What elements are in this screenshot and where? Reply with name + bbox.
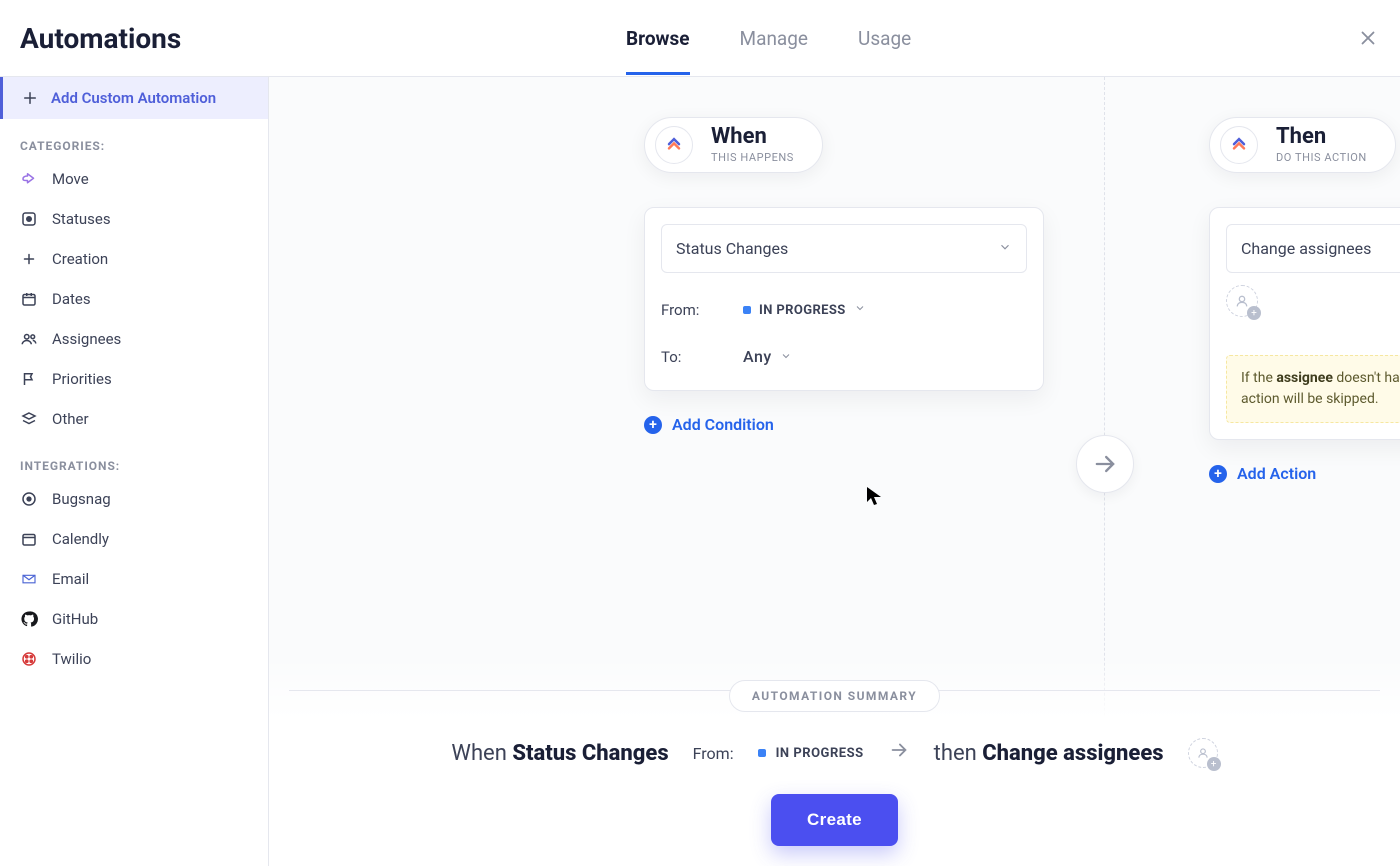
tab-manage[interactable]: Manage (740, 2, 809, 75)
sidebar-item-priorities[interactable]: Priorities (0, 359, 268, 399)
from-status-dropdown[interactable]: IN PROGRESS (743, 302, 866, 318)
sidebar-item-label: Statuses (52, 210, 111, 228)
square-dot-icon (20, 210, 38, 228)
arrow-share-icon (20, 170, 38, 188)
trigger-select-value: Status Changes (676, 239, 788, 258)
when-column: When THIS HAPPENS Status Changes From: I… (644, 117, 1044, 434)
calendar-icon (20, 290, 38, 308)
sidebar-item-label: Other (52, 410, 89, 428)
status-color-swatch (758, 749, 766, 757)
sidebar-item-assignees[interactable]: Assignees (0, 319, 268, 359)
tab-usage[interactable]: Usage (858, 2, 911, 75)
action-select-value: Change assignees (1241, 239, 1371, 258)
people-icon (20, 330, 38, 348)
summary-assignee-icon: + (1188, 738, 1218, 768)
sidebar-item-calendly[interactable]: Calendly (0, 519, 268, 559)
summary-sentence: When Status Changes From: IN PROGRESS th… (289, 738, 1380, 768)
to-label: To: (661, 348, 721, 366)
automation-summary: AUTOMATION SUMMARY When Status Changes F… (269, 656, 1400, 866)
then-subtitle: DO THIS ACTION (1276, 151, 1367, 164)
tab-browse[interactable]: Browse (626, 2, 690, 75)
sidebar-item-move[interactable]: Move (0, 159, 268, 199)
app-logo-icon (655, 126, 693, 164)
add-assignee-button[interactable]: + (1226, 285, 1258, 317)
from-label: From: (661, 301, 721, 319)
header-tabs: Browse Manage Usage (626, 2, 911, 75)
plus-icon (21, 89, 39, 107)
add-label: Add Custom Automation (51, 89, 216, 107)
chevron-down-icon (854, 302, 866, 318)
sidebar-item-label: GitHub (52, 610, 98, 628)
plus-badge-icon: + (1207, 757, 1221, 771)
action-select[interactable]: Change assignees (1226, 224, 1400, 273)
flow-arrow (1076, 435, 1134, 493)
sidebar-item-bugsnag[interactable]: Bugsnag (0, 479, 268, 519)
add-condition-label: Add Condition (672, 415, 774, 434)
app-logo-icon (1220, 126, 1258, 164)
add-action-label: Add Action (1237, 464, 1316, 483)
create-button[interactable]: Create (771, 794, 898, 846)
sidebar: Add Custom Automation CATEGORIES: Move S… (0, 77, 269, 866)
arrow-right-icon (888, 739, 910, 767)
sidebar-item-label: Dates (52, 290, 91, 308)
github-icon (20, 610, 38, 628)
sidebar-item-statuses[interactable]: Statuses (0, 199, 268, 239)
app-header: Automations Browse Manage Usage (0, 0, 1400, 77)
then-panel: Change assignees + Advanced If the assig… (1209, 207, 1400, 440)
twilio-icon (20, 650, 38, 668)
sidebar-item-github[interactable]: GitHub (0, 599, 268, 639)
page-title: Automations (20, 22, 181, 55)
sidebar-group-categories: CATEGORIES: (0, 119, 268, 159)
bugsnag-icon (20, 490, 38, 508)
when-pill: When THIS HAPPENS (644, 117, 823, 173)
sidebar-item-email[interactable]: Email (0, 559, 268, 599)
trigger-select[interactable]: Status Changes (661, 224, 1027, 273)
then-title: Then (1276, 126, 1367, 148)
plus-outline-icon (20, 250, 38, 268)
add-action-button[interactable]: + Add Action (1209, 464, 1316, 483)
chevron-down-icon (780, 347, 792, 366)
sidebar-item-label: Calendly (52, 530, 109, 548)
from-status-value: IN PROGRESS (759, 303, 846, 318)
sidebar-item-twilio[interactable]: Twilio (0, 639, 268, 679)
add-custom-automation[interactable]: Add Custom Automation (0, 77, 268, 119)
to-status-value: Any (743, 347, 772, 366)
summary-from-label: From: (693, 744, 734, 763)
sidebar-item-creation[interactable]: Creation (0, 239, 268, 279)
when-title: When (711, 126, 794, 148)
layers-icon (20, 410, 38, 428)
sidebar-item-label: Twilio (52, 650, 91, 668)
summary-badge: AUTOMATION SUMMARY (729, 680, 940, 712)
add-condition-button[interactable]: + Add Condition (644, 415, 774, 434)
then-pill: Then DO THIS ACTION (1209, 117, 1396, 173)
sidebar-item-label: Assignees (52, 330, 121, 348)
automation-canvas: When THIS HAPPENS Status Changes From: I… (269, 77, 1400, 866)
sidebar-item-label: Bugsnag (52, 490, 111, 508)
sidebar-item-dates[interactable]: Dates (0, 279, 268, 319)
to-status-dropdown[interactable]: Any (743, 347, 792, 366)
sidebar-item-label: Creation (52, 250, 108, 268)
plus-badge-icon: + (1247, 306, 1261, 320)
summary-from-chip: IN PROGRESS (758, 746, 864, 761)
when-subtitle: THIS HAPPENS (711, 151, 794, 164)
when-panel: Status Changes From: IN PROGRESS (644, 207, 1044, 391)
plus-circle-icon: + (644, 416, 662, 434)
sidebar-item-label: Email (52, 570, 89, 588)
assignee-access-notice: If the assignee doesn't have access to t… (1226, 355, 1400, 423)
sidebar-item-label: Move (52, 170, 89, 188)
plus-circle-icon: + (1209, 465, 1227, 483)
sidebar-item-other[interactable]: Other (0, 399, 268, 439)
sidebar-item-label: Priorities (52, 370, 112, 388)
sidebar-group-integrations: INTEGRATIONS: (0, 439, 268, 479)
flag-icon (20, 370, 38, 388)
mail-icon (20, 570, 38, 588)
chevron-down-icon (998, 239, 1012, 258)
close-button[interactable] (1356, 26, 1380, 50)
cursor-icon (867, 487, 881, 509)
then-column: Then DO THIS ACTION Change assignees + (1209, 117, 1400, 483)
calendar-outline-icon (20, 530, 38, 548)
status-color-swatch (743, 306, 751, 314)
